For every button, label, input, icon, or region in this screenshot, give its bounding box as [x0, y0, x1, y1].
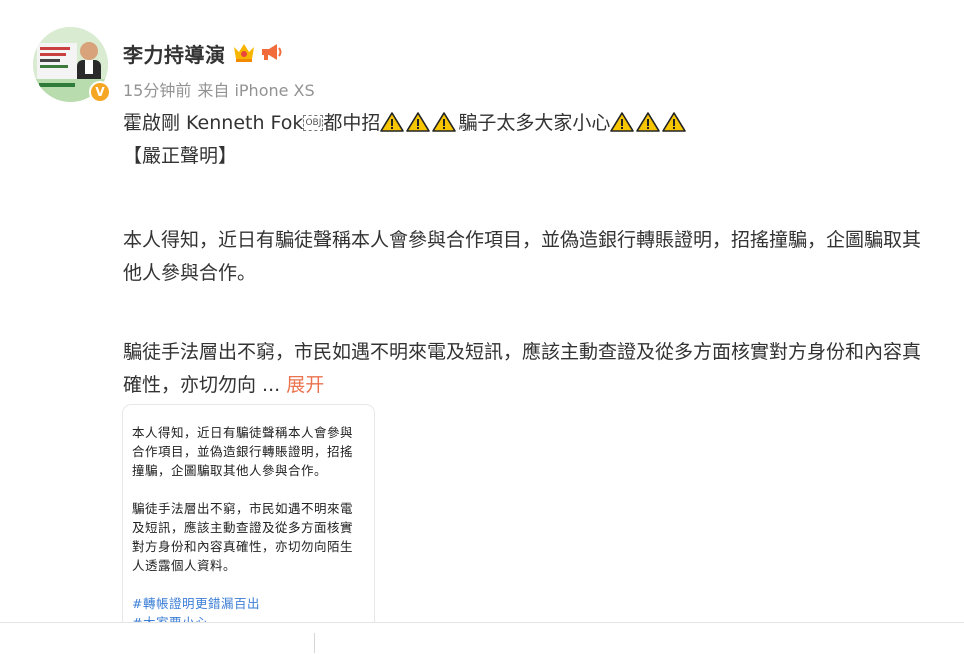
- post-paragraph-1: 本人得知，近日有騙徒聲稱本人會參與合作項目，並偽造銀行轉賬證明，招搖撞騙，企圖騙…: [123, 229, 922, 284]
- post-heading: 【嚴正聲明】: [123, 145, 238, 167]
- author-badges: [232, 41, 283, 63]
- warning-icon: [432, 112, 457, 132]
- warning-icon: [610, 112, 635, 132]
- weibo-post: V 李力持導演 15分钟前 来自 iPhone XS 霍啟剛 Kenneth F…: [0, 0, 964, 622]
- post-image-thumbnail[interactable]: 本人得知，近日有騙徒聲稱本人會參與合作項目，並偽造銀行轉賬證明，招搖撞騙，企圖騙…: [123, 405, 374, 622]
- post-text: 霍啟剛 Kenneth Fok OBJ 都中招 騙子太多大家小心 【嚴正聲明】 本人得…: [123, 107, 933, 402]
- warning-icon: [662, 112, 687, 132]
- expand-link[interactable]: 展开: [286, 374, 324, 396]
- verified-badge-icon: V: [89, 81, 111, 103]
- megaphone-icon[interactable]: [259, 41, 283, 63]
- image-text-1: 本人得知，近日有騙徒聲稱本人會參與合作項目，並偽造銀行轉賬證明，招搖撞騙，企圖騙…: [132, 425, 354, 478]
- vip-crown-icon[interactable]: [232, 41, 256, 63]
- image-text-2: 騙徒手法層出不窮，市民如遇不明來電及短訊，應該主動查證及從多方面核實對方身份和內…: [132, 501, 354, 573]
- obj-placeholder: OBJ: [303, 115, 324, 131]
- image-hashtag-2: #大家要小心: [132, 613, 364, 622]
- post-action-bar: [0, 622, 964, 654]
- warning-icon: [636, 112, 661, 132]
- post-source: 来自 iPhone XS: [197, 81, 315, 100]
- image-hashtag-1: #轉帳證明更錯漏百出: [132, 596, 260, 611]
- post-meta: 15分钟前 来自 iPhone XS: [123, 77, 315, 101]
- post-paragraph-2: 騙徒手法層出不窮，市民如遇不明來電及短訊，應該主動查證及從多方面核實對方身份和內…: [123, 341, 922, 396]
- warning-icon: [406, 112, 431, 132]
- warning-icon: [380, 112, 405, 132]
- author-avatar[interactable]: V: [33, 27, 111, 103]
- post-title-line: 霍啟剛 Kenneth Fok OBJ 都中招 騙子太多大家小心: [123, 107, 933, 140]
- author-name[interactable]: 李力持導演: [123, 39, 226, 68]
- post-time[interactable]: 15分钟前: [123, 77, 191, 101]
- action-divider: [314, 633, 315, 653]
